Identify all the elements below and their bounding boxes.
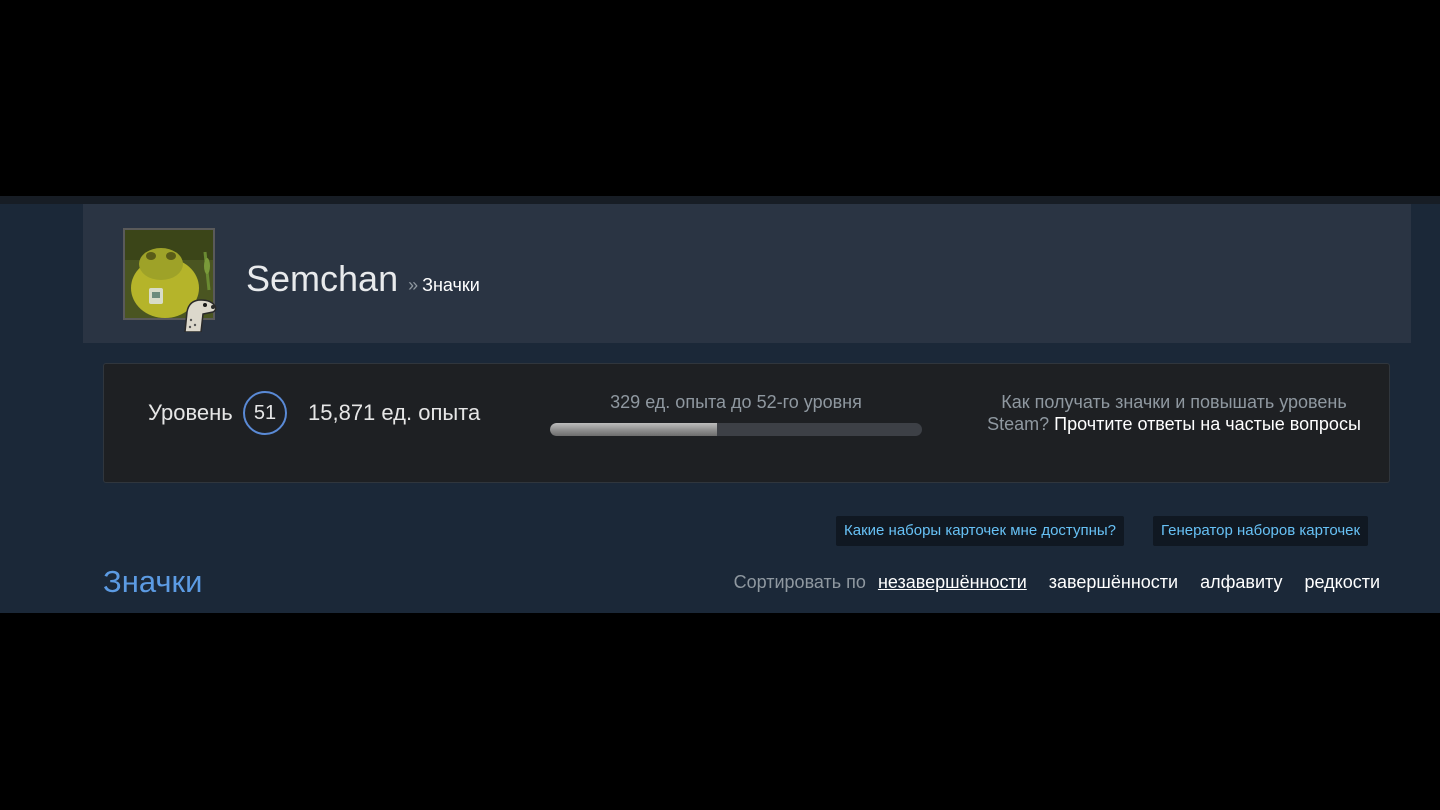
persona-name[interactable]: Semchan <box>246 258 398 299</box>
mole-character-icon <box>175 292 219 333</box>
xp-total: 15,871 ед. опыта <box>308 400 481 425</box>
faq-help: Как получать значки и повышать уровень S… <box>974 391 1374 435</box>
sort-by-rarity[interactable]: редкости <box>1304 572 1380 592</box>
top-strip <box>0 196 1440 204</box>
xp-progress-fill <box>550 423 718 436</box>
xp-progress-bar <box>550 423 922 436</box>
sort-label: Сортировать по <box>733 572 866 592</box>
breadcrumb-separator: » <box>408 275 419 295</box>
card-sets-button[interactable]: Какие наборы карточек мне доступны? <box>836 516 1124 546</box>
profile-breadcrumb: Semchan » Значки <box>246 258 480 300</box>
sort-by-incomplete[interactable]: незавершённости <box>878 572 1027 592</box>
level-badge: 51 <box>243 391 287 435</box>
xp-to-next-level: 329 ед. опыта до 52-го уровня <box>610 392 862 412</box>
set-generator-button[interactable]: Генератор наборов карточек <box>1153 516 1369 546</box>
breadcrumb-page: Значки <box>422 275 480 295</box>
faq-link[interactable]: Прочтите ответы на частые вопросы <box>1054 414 1361 434</box>
sort-bar: Сортировать по незавершённости завершённос… <box>734 572 1380 593</box>
profile-header: Semchan » Значки <box>83 204 1411 343</box>
level-label: Уровень <box>148 400 233 425</box>
badges-title: Значки <box>103 564 203 599</box>
sort-by-alphabet[interactable]: алфавиту <box>1200 572 1282 592</box>
sort-by-complete[interactable]: завершённости <box>1049 572 1178 592</box>
steam-badges-page: Semchan» Значки Уровень 51 15,871 ед. опы… <box>0 196 1440 613</box>
level-summary: Уровень 51 15,871 ед. опыта 329 ед. опыт… <box>103 363 1390 483</box>
